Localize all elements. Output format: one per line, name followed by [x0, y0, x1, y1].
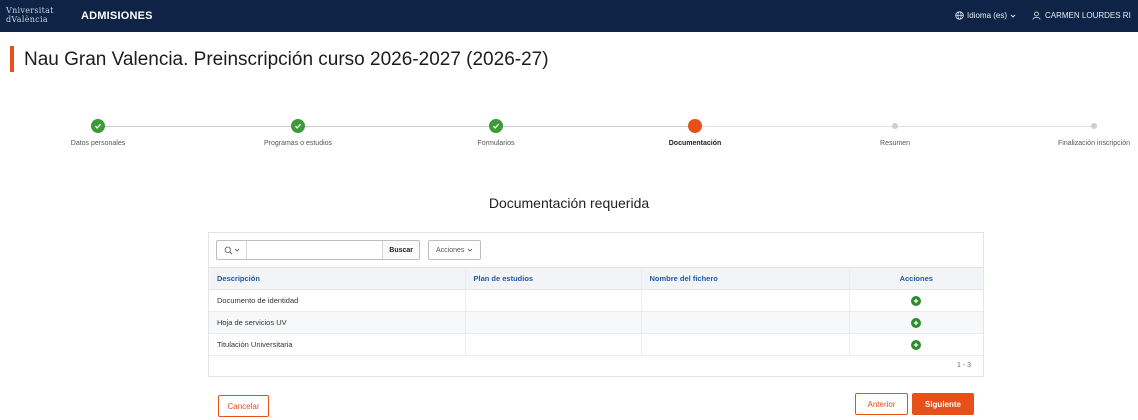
- step-connector: [98, 126, 693, 127]
- top-navigation-bar: Vniversitat dValència ADMISIONES Idioma …: [0, 0, 1138, 32]
- step-label-documentacion: Documentación: [668, 140, 722, 147]
- globe-icon: [955, 11, 964, 20]
- table-row: Documento de identidad: [209, 289, 983, 312]
- next-button[interactable]: Siguiente: [912, 393, 974, 415]
- previous-button[interactable]: Anterior: [855, 393, 908, 415]
- language-selector[interactable]: Idioma (es): [955, 11, 1016, 20]
- actions-menu-label: Acciones: [436, 246, 465, 254]
- user-name: CARMEN LOURDES RI: [1045, 11, 1131, 20]
- check-icon: [492, 123, 500, 129]
- cell-nombre-fichero: [640, 333, 849, 356]
- pagination-info: 1 - 3: [956, 362, 971, 369]
- chevron-down-icon: [468, 248, 473, 252]
- cell-acciones: [848, 289, 983, 312]
- step-6-pending-indicator: [1091, 123, 1097, 129]
- column-header-descripcion[interactable]: Descripción: [209, 267, 465, 290]
- cell-descripcion: Hoja de servicios UV: [209, 311, 465, 334]
- check-icon: [94, 123, 102, 129]
- page-title: Nau Gran Valencia. Preinscripción curso …: [24, 49, 549, 70]
- table-header-row: Descripción Plan de estudios Nombre del …: [209, 267, 983, 290]
- search-column-selector[interactable]: [217, 241, 247, 259]
- search-button[interactable]: Buscar: [382, 241, 419, 259]
- column-header-acciones: Acciones: [848, 267, 983, 290]
- cell-plan-estudios: [464, 311, 641, 334]
- university-logo[interactable]: Vniversitat dValència: [6, 6, 70, 24]
- cell-plan-estudios: [464, 289, 641, 312]
- logo-line-2: dValència: [6, 15, 48, 24]
- app-name[interactable]: ADMISIONES: [81, 10, 153, 22]
- step-label-finalizacion: Finalización inscripción: [1058, 140, 1130, 147]
- chevron-down-icon: [1010, 14, 1016, 18]
- table-row: Hoja de servicios UV: [209, 311, 983, 334]
- step-label-datos-personales: Datos personales: [70, 140, 126, 147]
- documents-panel: Buscar Acciones Descripción Plan de estu…: [208, 232, 984, 377]
- user-menu[interactable]: CARMEN LOURDES RI: [1032, 11, 1138, 20]
- cancel-button[interactable]: Cancelar: [218, 395, 269, 417]
- cell-plan-estudios: [464, 333, 641, 356]
- cell-descripcion: Documento de identidad: [209, 289, 465, 312]
- cell-nombre-fichero: [640, 311, 849, 334]
- step-3-done-indicator: [489, 119, 503, 133]
- step-label-resumen: Resumen: [880, 140, 910, 147]
- column-header-plan-estudios[interactable]: Plan de estudios: [464, 267, 641, 290]
- cell-acciones: [848, 311, 983, 334]
- step-4-current-indicator: [688, 119, 702, 133]
- section-heading: Documentación requerida: [488, 195, 650, 211]
- documents-table: Descripción Plan de estudios Nombre del …: [209, 267, 983, 356]
- add-icon[interactable]: [911, 295, 922, 306]
- user-icon: [1032, 11, 1041, 20]
- search-bar: Buscar: [216, 240, 420, 260]
- add-icon[interactable]: [911, 339, 922, 350]
- cell-nombre-fichero: [640, 289, 849, 312]
- step-label-programas: Programas o estudios: [263, 140, 333, 147]
- title-accent-bar: [10, 46, 14, 72]
- table-row: Titulación Universitaria: [209, 333, 983, 356]
- cell-acciones: [848, 333, 983, 356]
- search-icon: [224, 246, 232, 254]
- search-input[interactable]: [247, 241, 383, 259]
- chevron-down-icon: [234, 248, 239, 252]
- actions-menu-button[interactable]: Acciones: [428, 240, 482, 260]
- check-icon: [294, 123, 302, 129]
- step-label-formularios: Formularios: [477, 140, 515, 147]
- step-1-done-indicator: [91, 119, 105, 133]
- column-header-nombre-fichero[interactable]: Nombre del fichero: [640, 267, 849, 290]
- step-5-pending-indicator: [892, 123, 898, 129]
- language-label: Idioma (es): [967, 11, 1008, 20]
- step-2-done-indicator: [291, 119, 305, 133]
- logo-line-1: Vniversitat: [6, 6, 54, 15]
- cell-descripcion: Titulación Universitaria: [209, 333, 465, 356]
- progress-stepper: Datos personales Programas o estudios Fo…: [0, 110, 1138, 160]
- add-icon[interactable]: [911, 317, 922, 328]
